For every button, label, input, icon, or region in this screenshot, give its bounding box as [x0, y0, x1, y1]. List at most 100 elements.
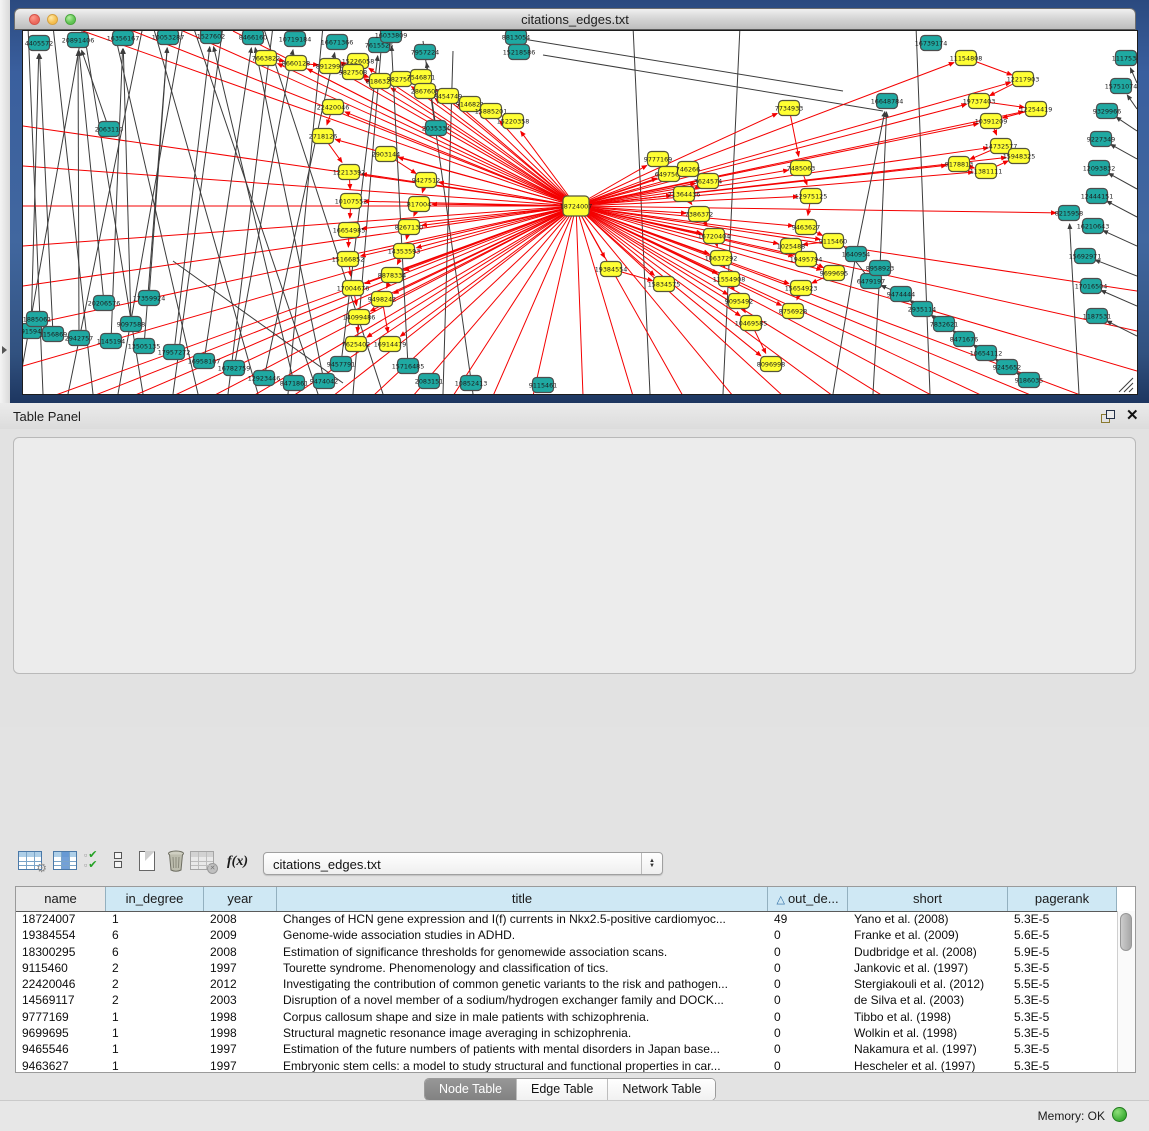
- cell-short: Dudbridge et al. (2008): [848, 944, 1008, 960]
- float-panel-icon[interactable]: [1101, 410, 1115, 423]
- graph-node-label: 3624574: [694, 177, 722, 185]
- create-column-button[interactable]: [139, 851, 155, 871]
- table-mode-button[interactable]: ⚙: [18, 851, 42, 870]
- column-header-out_degree[interactable]: △ out_de...: [768, 887, 848, 911]
- graph-node-label: 19384554: [595, 265, 628, 273]
- window-title: citations_edges.txt: [15, 12, 1135, 27]
- delete-table-button[interactable]: ✕: [190, 851, 214, 870]
- graph-node-label: 9115461: [529, 381, 557, 389]
- cell-year: 2008: [204, 911, 277, 927]
- graph-node-label: 8454749: [434, 92, 462, 100]
- graph-node-label: 15220358: [497, 117, 530, 125]
- cell-in_degree: 2: [106, 960, 204, 976]
- table-row[interactable]: 911546021997Tourette syndrome. Phenomeno…: [16, 960, 1118, 976]
- cell-pagerank: 5.3E-5: [1008, 911, 1117, 927]
- memory-status-indicator[interactable]: [1112, 1107, 1127, 1122]
- table-panel-title: Table Panel: [13, 409, 81, 424]
- graph-node-label: 12923446: [248, 374, 281, 382]
- cell-short: Stergiakouli et al. (2012): [848, 976, 1008, 992]
- graph-node-label: 9699695: [820, 269, 848, 277]
- panel-collapse-arrow-icon[interactable]: [2, 346, 7, 354]
- close-panel-icon[interactable]: ✕: [1126, 406, 1139, 424]
- column-header-name[interactable]: name: [16, 887, 106, 911]
- column-header-year[interactable]: year: [204, 887, 277, 911]
- tab-node-table[interactable]: Node Table: [425, 1079, 517, 1100]
- graph-node-label: 15218586: [503, 48, 536, 56]
- column-header-pagerank[interactable]: pagerank: [1008, 887, 1117, 911]
- graph-node-label: 16958167: [188, 357, 221, 365]
- cell-out_degree: 0: [768, 1041, 848, 1057]
- graph-node-label: 9474042: [310, 377, 338, 385]
- cell-pagerank: 5.5E-5: [1008, 976, 1117, 992]
- graph-node-label: 9463627: [792, 223, 820, 231]
- graph-node-label: 19737403: [963, 97, 996, 105]
- table-row[interactable]: 1830029562008Estimation of significance …: [16, 944, 1118, 960]
- table-row[interactable]: 946554611997Estimation of the future num…: [16, 1041, 1118, 1057]
- network-svg[interactable]: 4405572208914061635616710053287152760284…: [23, 31, 1137, 394]
- table-row[interactable]: 946362711997Embryonic stem cells: a mode…: [16, 1058, 1118, 1072]
- column-header-title[interactable]: title: [277, 887, 768, 911]
- graph-node-label: 8813054: [502, 33, 530, 41]
- cell-in_degree: 1: [106, 911, 204, 927]
- table-row[interactable]: 1872400712008Changes of HCN gene express…: [16, 911, 1118, 927]
- graph-node-label: 9427512: [412, 176, 440, 184]
- cell-name: 18724007: [16, 911, 106, 927]
- network-canvas[interactable]: 4405572208914061635616710053287152760284…: [22, 30, 1138, 395]
- graph-node-label: 15692971: [1069, 252, 1102, 260]
- cell-year: 1997: [204, 1041, 277, 1057]
- table-body[interactable]: 1872400712008Changes of HCN gene express…: [16, 911, 1118, 1072]
- graph-node-label: 2935114: [908, 305, 936, 313]
- cell-year: 2009: [204, 927, 277, 943]
- graph-node-label: 7625402: [342, 340, 370, 348]
- graph-node-label: 7663822: [252, 54, 280, 62]
- graph-node-label: 2903144: [372, 150, 400, 158]
- select-columns-button[interactable]: ▫✔ ▫✔: [84, 850, 97, 870]
- graph-node-label: 9329966: [1093, 107, 1121, 115]
- cell-year: 2003: [204, 992, 277, 1008]
- graph-node-label: 16033809: [375, 31, 408, 39]
- column-header-short[interactable]: short: [848, 887, 1008, 911]
- table-row[interactable]: 1938455462009Genome-wide association stu…: [16, 927, 1118, 943]
- table-panel-body: [13, 437, 1136, 674]
- graph-node-label: 8660128: [282, 59, 310, 67]
- side-panel-divider[interactable]: [0, 0, 10, 403]
- cell-title: Embryonic stem cells: a model to study s…: [277, 1058, 768, 1072]
- graph-node-label: 9474444: [887, 290, 915, 298]
- cell-year: 2008: [204, 944, 277, 960]
- graph-node-label: 8267130: [395, 223, 423, 231]
- table-row[interactable]: 977716911998Corpus callosum shape and si…: [16, 1009, 1118, 1025]
- combo-spinner-icon[interactable]: ▲ ▼: [641, 853, 662, 874]
- show-columns-button[interactable]: [53, 851, 77, 870]
- network-select[interactable]: citations_edges.txt ▲ ▼: [263, 852, 663, 875]
- cell-short: Tibbo et al. (1998): [848, 1009, 1008, 1025]
- graph-node-label: 14099486: [343, 313, 376, 321]
- graph-node-label: 10053287: [152, 33, 185, 41]
- graph-node-label: 17004676: [337, 284, 370, 292]
- cell-name: 22420046: [16, 976, 106, 992]
- cell-year: 2012: [204, 976, 277, 992]
- graph-node-label: 12213392: [333, 168, 366, 176]
- delete-column-button[interactable]: [167, 850, 185, 877]
- graph-node-label: 10469585: [735, 319, 768, 327]
- cell-pagerank: 5.3E-5: [1008, 1025, 1117, 1041]
- cell-title: Corpus callosum shape and size in male p…: [277, 1009, 768, 1025]
- table-scrollbar[interactable]: [1117, 911, 1135, 1072]
- table-row[interactable]: 1456911722003Disruption of a novel membe…: [16, 992, 1118, 1008]
- table-row[interactable]: 2242004622012Investigating the contribut…: [16, 976, 1118, 992]
- function-builder-button[interactable]: f(x): [227, 854, 248, 870]
- tab-network-table[interactable]: Network Table: [608, 1079, 715, 1100]
- scrollbar-thumb[interactable]: [1120, 913, 1132, 951]
- tab-edge-table[interactable]: Edge Table: [517, 1079, 608, 1100]
- cell-short: Nakamura et al. (1997): [848, 1041, 1008, 1057]
- network-window-titlebar[interactable]: citations_edges.txt: [14, 8, 1136, 30]
- graph-node-label: 7485063: [787, 164, 815, 172]
- column-header-in_degree[interactable]: in_degree: [106, 887, 204, 911]
- cell-pagerank: 5.9E-5: [1008, 944, 1117, 960]
- graph-node-label: 9498242: [368, 295, 396, 303]
- graph-node-label: 22420046: [317, 103, 350, 111]
- graph-node-label: 12975125: [795, 192, 828, 200]
- cell-in_degree: 6: [106, 944, 204, 960]
- table-row[interactable]: 969969511998Structural magnetic resonanc…: [16, 1025, 1118, 1041]
- row-height-button[interactable]: [114, 852, 122, 870]
- graph-node-label: 16671366: [321, 38, 354, 46]
